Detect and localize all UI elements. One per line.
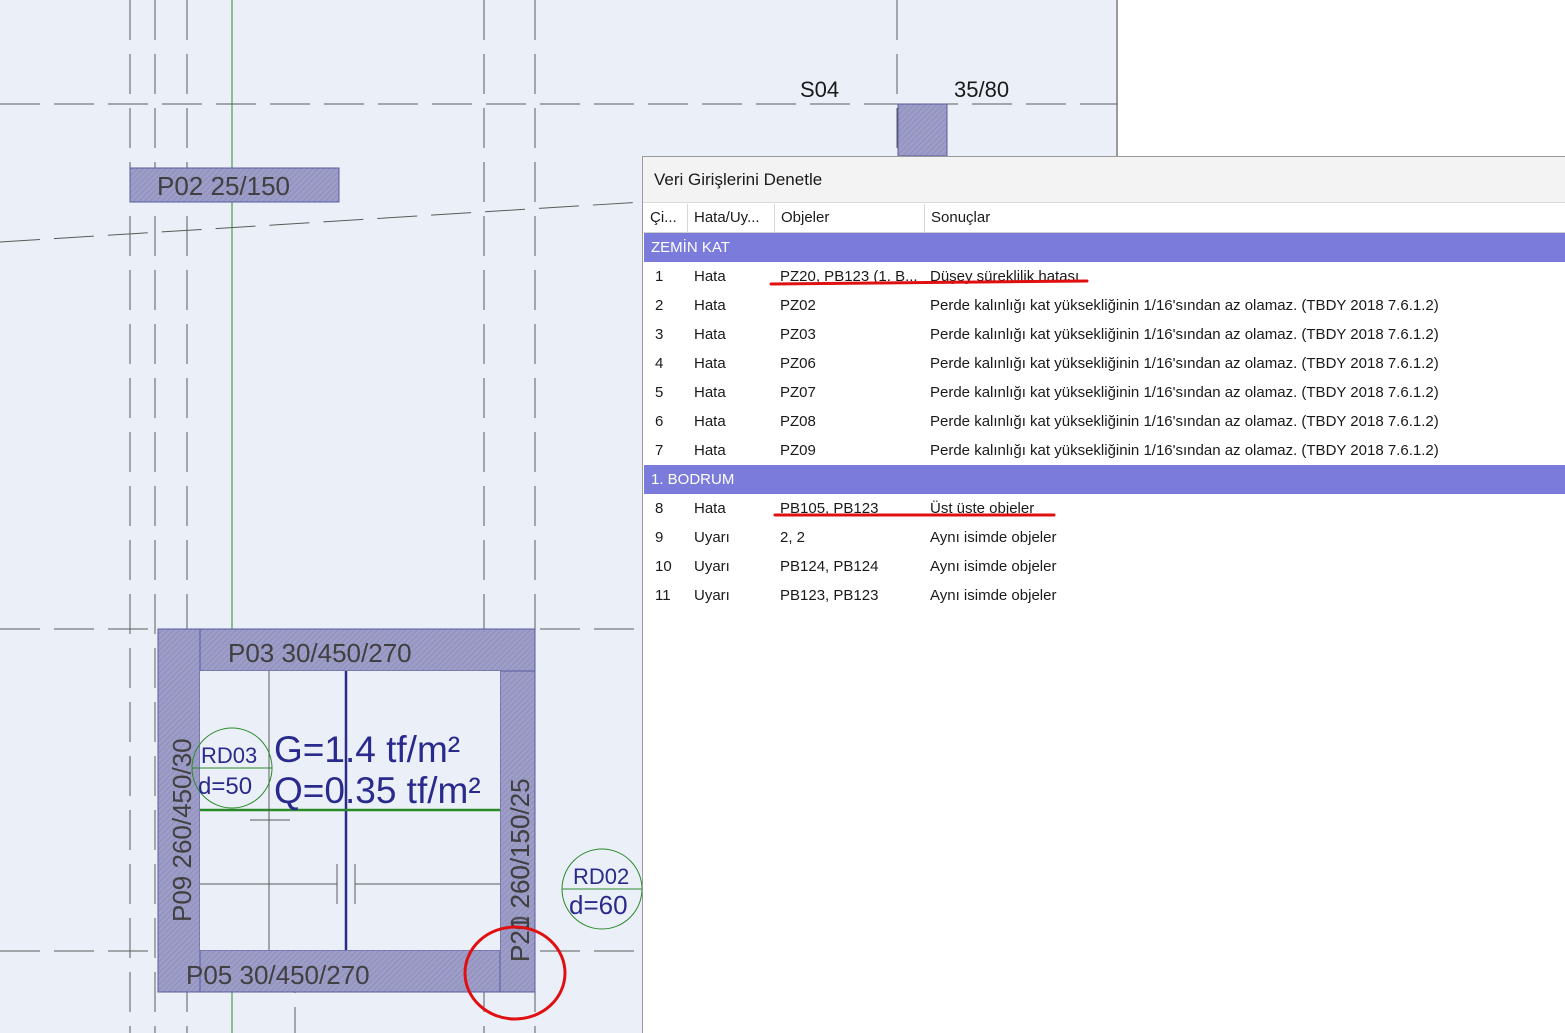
- row-type: Hata: [694, 500, 726, 517]
- results-grid-header: Çi... Hata/Uy... Objeler Sonuçlar: [644, 204, 1565, 233]
- table-row[interactable]: 6 Hata PZ08 Perde kalınlığı kat yüksekli…: [644, 407, 1565, 436]
- row-result: Üst üste objeler: [930, 500, 1035, 517]
- column-header-objects[interactable]: Objeler: [775, 204, 925, 232]
- row-no: 6: [655, 413, 664, 430]
- row-result: Düşey süreklilik hatası: [930, 268, 1080, 285]
- row-type: Uyarı: [694, 587, 730, 604]
- table-row[interactable]: 4 Hata PZ06 Perde kalınlığı kat yüksekli…: [644, 349, 1565, 378]
- load-q-label: Q=0.35 tf/m²: [274, 770, 481, 811]
- row-objects: PB123, PB123: [780, 587, 879, 604]
- row-no: 5: [655, 384, 664, 401]
- row-type: Uyarı: [694, 558, 730, 575]
- column-s04[interactable]: [897, 103, 948, 157]
- row-objects: PZ07: [780, 384, 816, 401]
- row-type: Hata: [694, 355, 726, 372]
- row-objects: PZ02: [780, 297, 816, 314]
- label-s04: S04: [800, 77, 839, 102]
- row-no: 4: [655, 355, 664, 372]
- label-p02: P02 25/150: [157, 171, 290, 201]
- row-no: 8: [655, 500, 664, 517]
- column-header-no[interactable]: Çi...: [644, 204, 688, 232]
- row-type: Hata: [694, 442, 726, 459]
- row-result: Perde kalınlığı kat yüksekliğinin 1/16's…: [930, 442, 1439, 459]
- group-row-1-bodrum[interactable]: 1. BODRUM: [644, 465, 1565, 494]
- rd02-name: RD02: [573, 864, 629, 889]
- rd03-name: RD03: [201, 743, 257, 768]
- row-no: 3: [655, 326, 664, 343]
- row-type: Hata: [694, 268, 726, 285]
- table-row[interactable]: 10 Uyarı PB124, PB124 Aynı isimde objele…: [644, 552, 1565, 581]
- load-g-label: G=1.4 tf/m²: [274, 729, 460, 770]
- results-grid-body: ZEMİN KAT 1 Hata PZ20, PB123 (1. B... Dü…: [644, 233, 1565, 610]
- column-header-results[interactable]: Sonuçlar: [925, 204, 1565, 232]
- row-result: Aynı isimde objeler: [930, 558, 1057, 575]
- row-result: Perde kalınlığı kat yüksekliğinin 1/16's…: [930, 355, 1439, 372]
- table-row[interactable]: 2 Hata PZ02 Perde kalınlığı kat yüksekli…: [644, 291, 1565, 320]
- row-objects: PB105, PB123: [780, 500, 879, 517]
- table-row[interactable]: 5 Hata PZ07 Perde kalınlığı kat yüksekli…: [644, 378, 1565, 407]
- row-objects: PZ03: [780, 326, 816, 343]
- label-p20: P20 260/150: [505, 815, 535, 962]
- row-objects: 2, 2: [780, 529, 806, 546]
- rd03-diameter: d=50: [198, 773, 252, 800]
- table-row[interactable]: 7 Hata PZ09 Perde kalınlığı kat yüksekli…: [644, 436, 1565, 465]
- row-type: Hata: [694, 297, 726, 314]
- row-result: Perde kalınlığı kat yüksekliğinin 1/16's…: [930, 326, 1439, 343]
- row-no: 11: [655, 587, 671, 604]
- row-objects: PB124, PB124: [780, 558, 879, 575]
- row-result: Perde kalınlığı kat yüksekliğinin 1/16's…: [930, 297, 1439, 314]
- row-objects: PZ20, PB123 (1. B...: [780, 268, 918, 285]
- row-objects: PZ06: [780, 355, 816, 372]
- table-row[interactable]: 3 Hata PZ03 Perde kalınlığı kat yüksekli…: [644, 320, 1565, 349]
- table-row[interactable]: 9 Uyarı 2, 2 Aynı isimde objeler: [644, 523, 1565, 552]
- row-type: Hata: [694, 384, 726, 401]
- label-p03: P03 30/450/270: [228, 638, 412, 668]
- row-objects: PZ09: [780, 442, 816, 459]
- row-no: 7: [655, 442, 664, 459]
- table-row[interactable]: 11 Uyarı PB123, PB123 Aynı isimde objele…: [644, 581, 1565, 610]
- row-result: Perde kalınlığı kat yüksekliğinin 1/16's…: [930, 384, 1439, 401]
- row-no: 1: [655, 268, 664, 285]
- row-no: 10: [655, 558, 672, 575]
- table-row[interactable]: 8 Hata PB105, PB123 Üst üste objeler: [644, 494, 1565, 523]
- table-row[interactable]: 1 Hata PZ20, PB123 (1. B... Düşey sürekl…: [644, 262, 1565, 291]
- row-result: Aynı isimde objeler: [930, 587, 1057, 604]
- dialog-title: Veri Girişlerini Denetle: [643, 157, 1565, 203]
- group-row-zemin-kat[interactable]: ZEMİN KAT: [644, 233, 1565, 262]
- row-result: Perde kalınlığı kat yüksekliğinin 1/16's…: [930, 413, 1439, 430]
- column-header-type[interactable]: Hata/Uy...: [688, 204, 775, 232]
- row-no: 2: [655, 297, 664, 314]
- rd02-diameter: d=60: [569, 890, 628, 920]
- row-type: Uyarı: [694, 529, 730, 546]
- label-p05: P05 30/450/270: [186, 960, 370, 990]
- row-no: 9: [655, 529, 664, 546]
- check-inputs-dialog: Veri Girişlerini Denetle Çi... Hata/Uy..…: [642, 156, 1565, 1033]
- row-result: Aynı isimde objeler: [930, 529, 1057, 546]
- label-s04-dim: 35/80: [954, 77, 1009, 102]
- row-objects: PZ08: [780, 413, 816, 430]
- row-type: Hata: [694, 413, 726, 430]
- row-type: Hata: [694, 326, 726, 343]
